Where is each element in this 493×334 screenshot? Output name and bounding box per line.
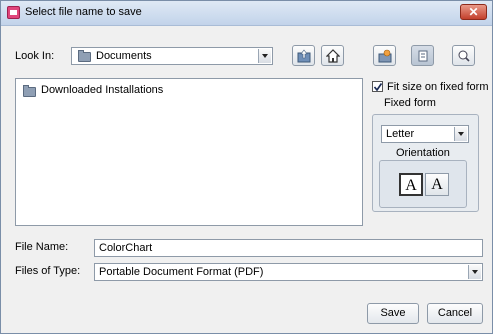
save-button[interactable]: Save — [367, 303, 419, 324]
file-name-field[interactable] — [94, 239, 483, 257]
chevron-down-icon[interactable] — [258, 49, 271, 63]
look-in-combo[interactable]: Documents — [71, 47, 273, 65]
home-icon — [326, 49, 340, 63]
look-in-value: Documents — [96, 50, 152, 62]
file-item-label: Downloaded Installations — [41, 84, 164, 96]
folder-icon — [78, 50, 91, 62]
close-icon: ✕ — [468, 5, 479, 19]
portrait-button[interactable]: A — [399, 173, 423, 196]
dialog-title: Select file name to save — [25, 6, 142, 18]
details-view-icon — [458, 50, 470, 62]
look-in-label: Look In: — [15, 50, 55, 62]
checkmark-icon — [373, 83, 383, 92]
new-folder-icon — [378, 49, 392, 63]
up-folder-icon — [297, 49, 311, 63]
paper-size-select[interactable]: Letter — [381, 125, 469, 143]
fixed-form-label: Fixed form — [384, 97, 436, 109]
file-name-input[interactable] — [95, 240, 482, 256]
up-folder-button[interactable] — [292, 45, 315, 66]
landscape-button[interactable]: A — [425, 173, 449, 196]
details-view-button[interactable] — [452, 45, 475, 66]
new-folder-button[interactable] — [373, 45, 396, 66]
file-type-value: Portable Document Format (PDF) — [99, 266, 264, 278]
file-type-label: Files of Type: — [15, 265, 81, 277]
orientation-label: Orientation — [396, 147, 450, 159]
list-view-icon — [418, 50, 428, 62]
list-view-button[interactable] — [411, 45, 434, 66]
landscape-icon: A — [431, 176, 443, 193]
paper-size-value: Letter — [386, 128, 415, 140]
file-type-select[interactable]: Portable Document Format (PDF) — [94, 263, 483, 281]
file-list[interactable]: Downloaded Installations — [15, 78, 363, 226]
save-dialog: Select file name to save ✕ Look In: Docu… — [0, 0, 493, 334]
app-icon — [7, 6, 20, 19]
file-name-label: File Name: — [15, 241, 69, 253]
fixed-form-panel: Letter Orientation A A — [372, 114, 479, 212]
home-button[interactable] — [321, 45, 344, 66]
cancel-button[interactable]: Cancel — [427, 303, 483, 324]
orientation-panel: A A — [379, 160, 467, 208]
fit-size-label: Fit size on fixed form — [387, 81, 489, 93]
chevron-down-icon[interactable] — [468, 265, 481, 279]
folder-icon — [23, 85, 36, 97]
options-panel: Fit size on fixed form Fixed form Letter… — [365, 78, 488, 218]
chevron-down-icon[interactable] — [454, 127, 467, 141]
close-button[interactable]: ✕ — [460, 4, 487, 20]
fit-size-checkbox[interactable] — [372, 81, 383, 92]
portrait-icon: A — [405, 177, 417, 194]
title-bar[interactable]: Select file name to save ✕ — [1, 1, 492, 26]
